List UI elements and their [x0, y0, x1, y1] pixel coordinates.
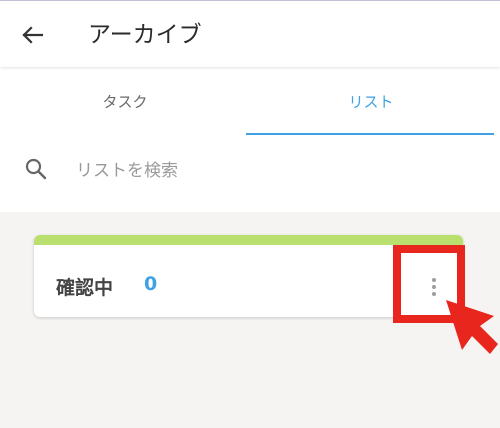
search-input[interactable]: [76, 157, 476, 185]
app-header: アーカイブ: [0, 1, 500, 67]
back-button[interactable]: [14, 19, 50, 51]
tab-lists[interactable]: リスト: [246, 67, 496, 135]
search-bar: [0, 135, 500, 212]
page-title: アーカイブ: [88, 22, 202, 48]
list-color-strip: [34, 235, 463, 245]
list-task-count: 0: [144, 273, 158, 295]
tab-bar: タスク リスト: [0, 67, 500, 135]
tab-tasks[interactable]: タスク: [0, 67, 250, 135]
list-name: 確認中: [56, 277, 114, 299]
red-pointer-arrow-icon: [446, 300, 498, 354]
arrow-left-icon: [22, 26, 43, 44]
search-icon: [25, 158, 47, 180]
